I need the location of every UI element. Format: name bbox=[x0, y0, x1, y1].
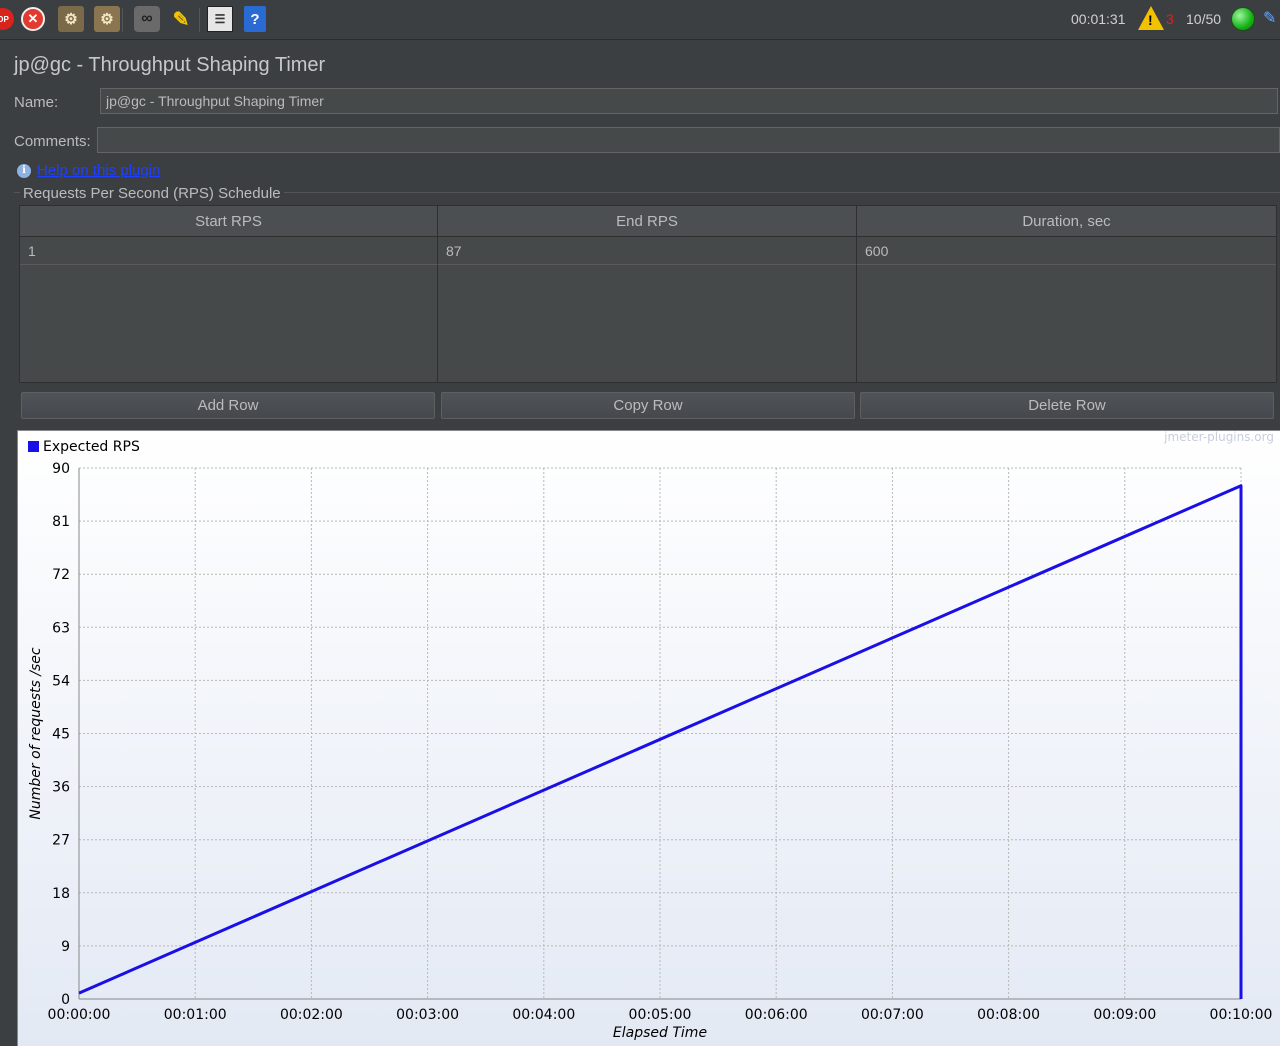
table-cell-end-rps[interactable]: 87 bbox=[438, 237, 857, 265]
x-tick-label: 00:08:00 bbox=[977, 1007, 1040, 1023]
y-tick-label: 90 bbox=[52, 461, 70, 477]
chart-panel: jmeter-plugins.org 0 9 18 27 36 45 54 63 72 81 90 00… bbox=[17, 430, 1280, 1046]
table-cell-duration[interactable]: 600 bbox=[857, 237, 1276, 265]
y-axis-label: Number of requests /sec bbox=[28, 647, 44, 820]
running-indicator-icon bbox=[1231, 7, 1255, 31]
y-tick-label: 54 bbox=[52, 673, 70, 689]
toolbar-separator bbox=[199, 8, 200, 32]
x-tick-label: 00:07:00 bbox=[861, 1007, 924, 1023]
x-tick-label: 00:03:00 bbox=[396, 1007, 459, 1023]
help-icon[interactable]: ? bbox=[244, 6, 266, 32]
y-tick-label: 45 bbox=[52, 727, 70, 743]
legend-swatch bbox=[28, 441, 39, 452]
y-tick-label: 36 bbox=[52, 780, 70, 796]
add-row-button[interactable]: Add Row bbox=[21, 392, 435, 419]
x-tick-label: 00:04:00 bbox=[512, 1007, 575, 1023]
elapsed-time: 00:01:31 bbox=[1071, 11, 1126, 27]
search-icon[interactable]: ∞ bbox=[134, 6, 160, 32]
chart-background bbox=[18, 431, 1280, 1046]
column-header-duration[interactable]: Duration, sec bbox=[857, 206, 1276, 237]
x-tick-label: 00:06:00 bbox=[745, 1007, 808, 1023]
y-tick-label: 18 bbox=[52, 886, 70, 902]
table-cell-start-rps[interactable]: 1 bbox=[20, 237, 438, 265]
help-link[interactable]: Help on this plugin bbox=[37, 162, 160, 179]
x-tick-label: 00:00:00 bbox=[48, 1007, 111, 1023]
column-divider bbox=[856, 265, 857, 382]
schedule-table[interactable]: Start RPS End RPS Duration, sec 1 87 600 bbox=[19, 205, 1277, 383]
legend-label: Expected RPS bbox=[43, 439, 140, 455]
chart-watermark: jmeter-plugins.org bbox=[1163, 431, 1274, 444]
function-helper-icon[interactable]: ☰ bbox=[207, 6, 233, 32]
x-tick-label: 00:05:00 bbox=[629, 1007, 692, 1023]
column-header-start-rps[interactable]: Start RPS bbox=[20, 206, 438, 237]
y-tick-label: 27 bbox=[52, 833, 70, 849]
x-tick-label: 00:01:00 bbox=[164, 1007, 227, 1023]
column-divider bbox=[437, 265, 438, 382]
y-tick-label: 9 bbox=[61, 939, 70, 955]
warning-mark: ! bbox=[1148, 12, 1153, 28]
column-header-end-rps[interactable]: End RPS bbox=[438, 206, 857, 237]
comments-label: Comments: bbox=[14, 133, 91, 150]
clear-icon[interactable]: ⚙ bbox=[58, 6, 84, 32]
toolbar-separator bbox=[122, 8, 123, 32]
name-label: Name: bbox=[14, 94, 59, 111]
y-tick-label: 81 bbox=[52, 514, 70, 530]
delete-row-button[interactable]: Delete Row bbox=[860, 392, 1274, 419]
x-tick-label: 00:09:00 bbox=[1093, 1007, 1156, 1023]
reset-search-icon[interactable]: ✎ bbox=[168, 6, 194, 32]
y-tick-label: 72 bbox=[52, 567, 70, 583]
x-tick-label: 00:10:00 bbox=[1210, 1007, 1273, 1023]
y-tick-label: 0 bbox=[61, 992, 70, 1008]
x-tick-label: 00:02:00 bbox=[280, 1007, 343, 1023]
schedule-title: Requests Per Second (RPS) Schedule bbox=[20, 185, 284, 202]
log-viewer-icon[interactable]: ✎ bbox=[1263, 8, 1280, 30]
error-count: 3 bbox=[1166, 11, 1174, 27]
info-icon: i bbox=[17, 164, 31, 178]
page-title: jp@gc - Throughput Shaping Timer bbox=[14, 54, 326, 76]
active-threads: 10/50 bbox=[1186, 11, 1222, 27]
shutdown-icon[interactable]: ✕ bbox=[21, 7, 45, 31]
copy-row-button[interactable]: Copy Row bbox=[441, 392, 855, 419]
name-input[interactable] bbox=[100, 88, 1278, 114]
stop-icon[interactable]: OP bbox=[0, 8, 14, 30]
comments-input[interactable] bbox=[97, 127, 1280, 153]
rps-chart: jmeter-plugins.org 0 9 18 27 36 45 54 63 72 81 90 00… bbox=[18, 431, 1280, 1046]
y-tick-label: 63 bbox=[52, 620, 70, 636]
x-axis-label: Elapsed Time bbox=[613, 1025, 707, 1041]
toolbar: OP ✕ ⚙ ⚙ ∞ ✎ ☰ ? 00:01:31 ! 3 10/50 ✎ bbox=[0, 0, 1280, 40]
clear-all-icon[interactable]: ⚙ bbox=[94, 6, 120, 32]
